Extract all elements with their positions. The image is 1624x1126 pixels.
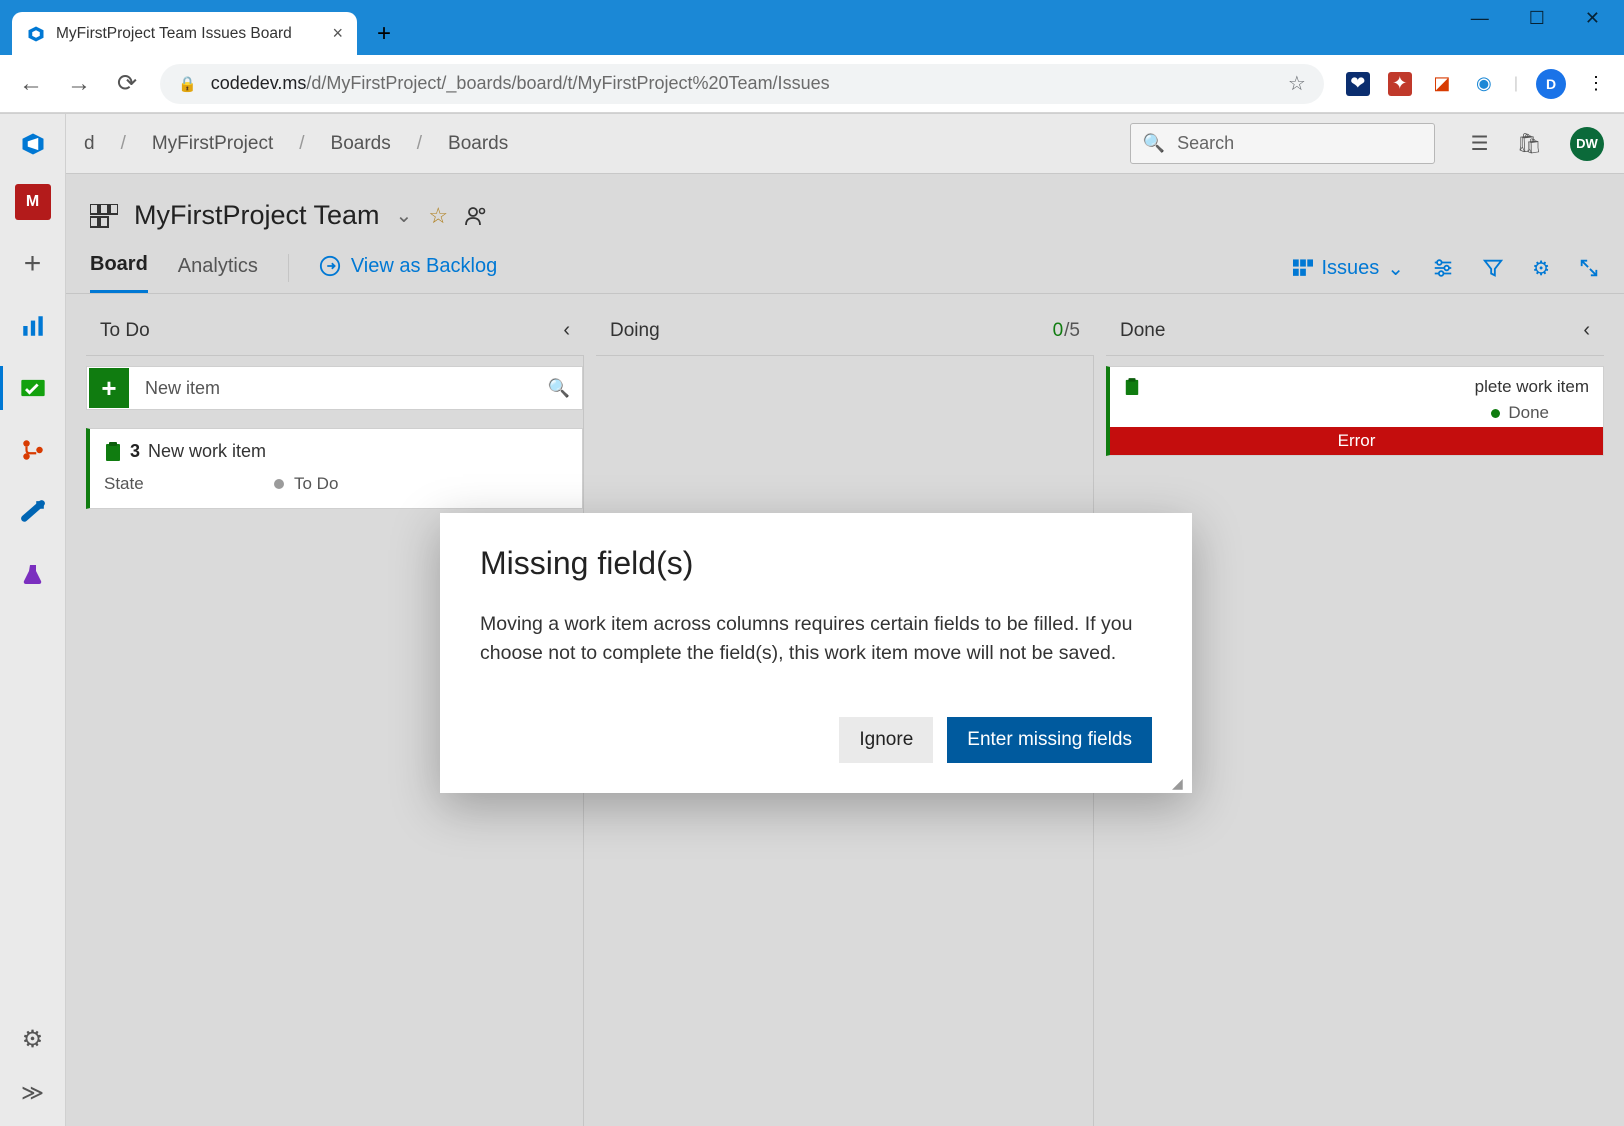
extension-icons: ❤ ✦ ◪ ◉ | D ⋮ [1342, 69, 1608, 99]
azure-devops-logo-icon[interactable] [19, 130, 47, 158]
backlog-level-dropdown[interactable]: Issues ⌄ [1293, 256, 1404, 281]
column-collapse-icon[interactable]: ‹ [1583, 319, 1590, 342]
chevron-down-icon: ⌄ [1387, 256, 1404, 281]
favorite-star-icon[interactable]: ☆ [428, 203, 448, 229]
extension-shield-icon[interactable]: ◉ [1472, 72, 1496, 96]
board-header: MyFirstProject Team ⌄ ☆ [66, 174, 1624, 231]
settings-sliders-icon[interactable] [1432, 257, 1454, 279]
issue-type-icon [104, 442, 122, 462]
tab-close-icon[interactable]: × [332, 23, 343, 44]
state-value: To Do [294, 474, 338, 494]
url-path: /d/MyFirstProject/_boards/board/t/MyFirs… [306, 73, 829, 93]
enter-missing-fields-button[interactable]: Enter missing fields [947, 717, 1152, 763]
state-dot-icon [274, 479, 284, 489]
tab-analytics[interactable]: Analytics [178, 255, 258, 292]
window-minimize-icon[interactable]: — [1471, 8, 1489, 29]
view-as-backlog-link[interactable]: View as Backlog [319, 255, 497, 292]
new-item-input[interactable]: + New item 🔍 [86, 366, 583, 410]
address-bar[interactable]: 🔒 codedev.ms/d/MyFirstProject/_boards/bo… [160, 64, 1324, 104]
state-dot-icon [1491, 409, 1500, 418]
url-host: codedev.ms [211, 73, 307, 93]
nav-reload-icon[interactable]: ⟳ [112, 69, 142, 98]
work-item-title: plete work item [1475, 377, 1589, 397]
devops-favicon-icon [26, 24, 46, 44]
breadcrumb-page[interactable]: Boards [440, 127, 516, 161]
test-plans-nav-icon[interactable] [15, 556, 51, 592]
project-tile[interactable]: M [15, 184, 51, 220]
browser-profile-avatar[interactable]: D [1536, 69, 1566, 99]
missing-fields-dialog: Missing field(s) Moving a work item acro… [440, 513, 1192, 793]
state-field-label: State [104, 474, 274, 494]
dialog-body: Moving a work item across columns requir… [480, 610, 1152, 669]
search-icon: 🔍 [1143, 133, 1165, 154]
left-nav-rail: M + ⚙ ≫ [0, 114, 66, 1126]
wip-indicator: 0/5 [1053, 320, 1080, 342]
user-avatar[interactable]: DW [1570, 127, 1604, 161]
extension-office-icon[interactable]: ◪ [1430, 72, 1454, 96]
column-title-done: Done [1120, 320, 1165, 342]
repos-nav-icon[interactable] [15, 432, 51, 468]
filter-icon[interactable] [1482, 257, 1504, 279]
project-settings-icon[interactable]: ⚙ [22, 1025, 44, 1054]
state-value: Done [1508, 403, 1549, 423]
column-title-todo: To Do [100, 320, 150, 342]
fullscreen-icon[interactable] [1578, 257, 1600, 279]
new-item-placeholder: New item [145, 378, 220, 399]
window-close-icon[interactable]: ✕ [1585, 8, 1600, 29]
browser-tab-title: MyFirstProject Team Issues Board [56, 25, 292, 43]
issue-type-icon [1124, 378, 1140, 396]
marketplace-icon[interactable]: 🛍 [1517, 131, 1542, 156]
board-icon [90, 204, 118, 228]
search-input[interactable]: 🔍 Search [1130, 123, 1435, 164]
team-picker-chevron-icon[interactable]: ⌄ [396, 203, 413, 228]
top-bar: d / MyFirstProject / Boards / Boards 🔍 S… [66, 114, 1624, 174]
list-view-icon[interactable]: ☰ [1471, 131, 1489, 156]
breadcrumb-project[interactable]: MyFirstProject [144, 127, 281, 161]
add-button[interactable]: + [15, 246, 51, 282]
card-search-icon[interactable]: 🔍 [548, 378, 570, 399]
breadcrumb-section[interactable]: Boards [323, 127, 399, 161]
board-tabs: Board Analytics View as Backlog Issues ⌄ [66, 231, 1624, 294]
tab-board[interactable]: Board [90, 253, 148, 293]
extension-red-icon[interactable]: ✦ [1388, 72, 1412, 96]
board-right-controls: Issues ⌄ ⚙ [1293, 256, 1600, 291]
overview-nav-icon[interactable] [15, 308, 51, 344]
dialog-title: Missing field(s) [480, 545, 1152, 582]
boards-nav-icon[interactable] [15, 370, 51, 406]
work-item-card[interactable]: 3 New work item State To Do [86, 428, 583, 509]
add-item-plus-icon[interactable]: + [89, 368, 129, 408]
team-name: MyFirstProject Team [134, 200, 380, 231]
team-members-icon[interactable] [464, 204, 488, 228]
window-maximize-icon[interactable]: ☐ [1529, 8, 1545, 29]
work-item-id: 3 [130, 441, 140, 462]
browser-toolbar: ← → ⟳ 🔒 codedev.ms/d/MyFirstProject/_boa… [0, 55, 1624, 113]
column-title-doing: Doing [610, 320, 660, 342]
work-item-title: New work item [148, 441, 266, 462]
browser-tab[interactable]: MyFirstProject Team Issues Board × [12, 12, 357, 55]
new-tab-button[interactable]: + [367, 17, 401, 51]
nav-forward-icon[interactable]: → [64, 70, 94, 98]
search-placeholder: Search [1177, 133, 1234, 154]
extension-heart-icon[interactable]: ❤ [1346, 72, 1370, 96]
pipelines-nav-icon[interactable] [15, 494, 51, 530]
collapse-rail-icon[interactable]: ≫ [21, 1080, 44, 1106]
board-settings-gear-icon[interactable]: ⚙ [1532, 256, 1550, 281]
nav-back-icon[interactable]: ← [16, 70, 46, 98]
breadcrumb-org[interactable]: d [76, 127, 103, 161]
column-collapse-icon[interactable]: ‹ [563, 319, 570, 342]
ignore-button[interactable]: Ignore [839, 717, 933, 763]
card-error-banner: Error [1110, 427, 1603, 455]
window-controls: — ☐ ✕ [1447, 0, 1624, 37]
bookmark-star-icon[interactable]: ☆ [1288, 71, 1306, 96]
work-item-card-done[interactable]: xx plete work item Done Error [1106, 366, 1604, 456]
browser-titlebar: MyFirstProject Team Issues Board × + — ☐… [0, 0, 1624, 55]
lock-icon: 🔒 [178, 75, 197, 93]
dialog-resize-handle-icon[interactable]: ◢ [1172, 775, 1188, 791]
browser-menu-icon[interactable]: ⋮ [1584, 72, 1608, 96]
